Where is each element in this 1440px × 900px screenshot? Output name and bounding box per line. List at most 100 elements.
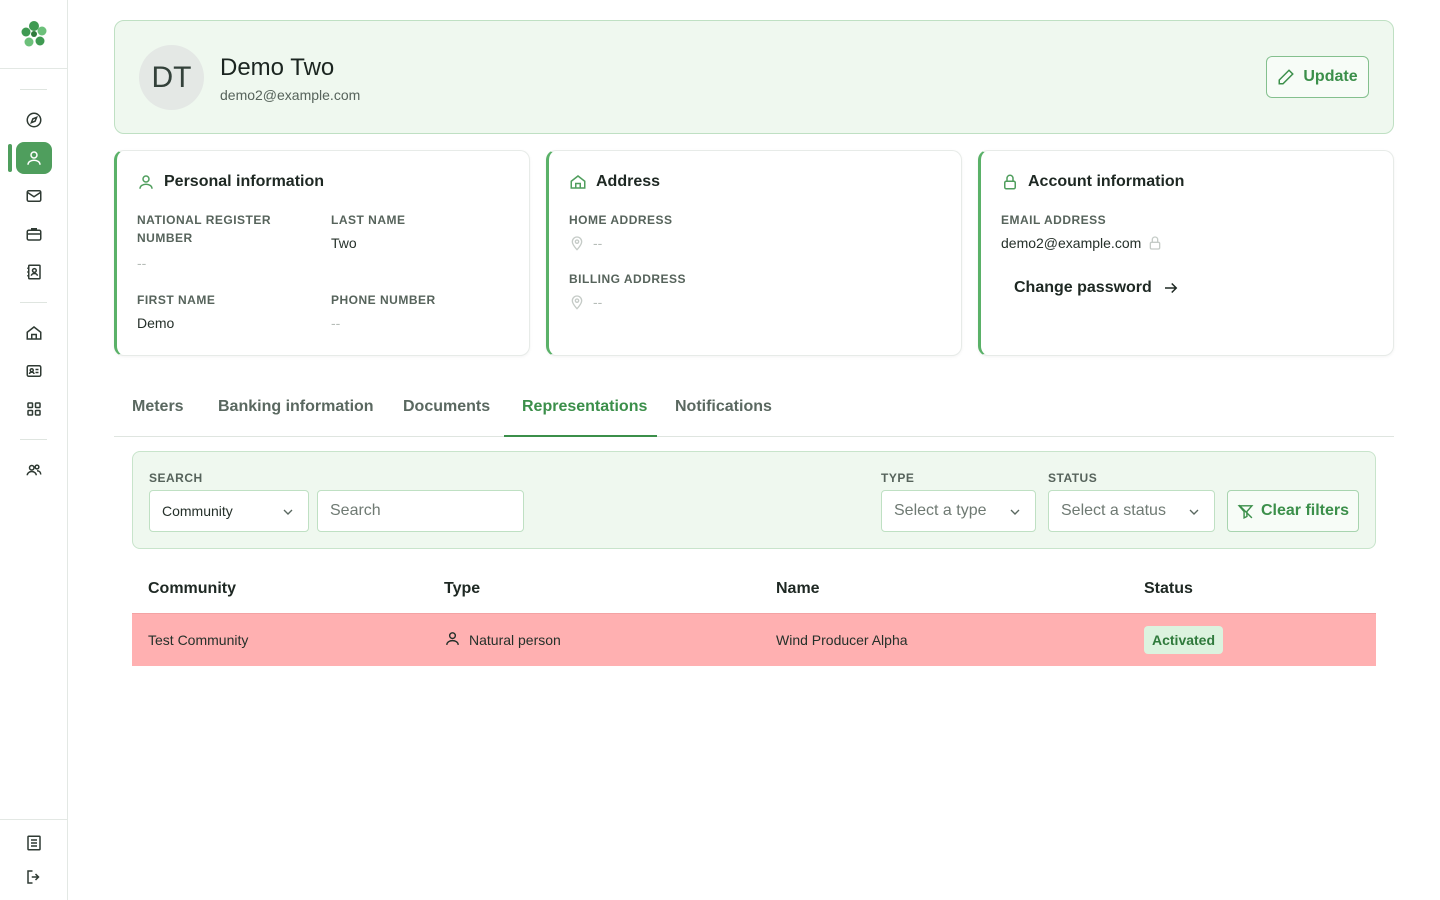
type-select[interactable]: Select a type <box>881 490 1036 532</box>
nav-team[interactable] <box>16 454 52 486</box>
status-select[interactable]: Select a status <box>1048 490 1215 532</box>
users-icon <box>26 464 42 476</box>
address-title: Address <box>596 173 661 190</box>
search-field-value: Community <box>162 503 233 519</box>
sidebar <box>0 0 68 900</box>
status-filter-label: STATUS <box>1048 471 1098 485</box>
search-filter-label: SEARCH <box>149 471 203 485</box>
tab-notifications[interactable]: Notifications <box>675 398 772 437</box>
filters-panel: SEARCH Community TYPE Select a type STAT… <box>132 451 1376 549</box>
search-input[interactable] <box>317 490 524 532</box>
tab-meters[interactable]: Meters <box>132 398 184 437</box>
address-card: Address Home address -- Billing address … <box>546 150 962 356</box>
cell-community: Test Community <box>148 632 249 648</box>
column-header-status[interactable]: Status <box>1144 580 1193 598</box>
representations-table: Community Type Name Status Test Communit… <box>132 566 1376 666</box>
cell-type-label: Natural person <box>469 632 561 648</box>
sidebar-divider <box>0 819 68 820</box>
billing-address-value: -- <box>593 294 603 310</box>
phone-number-label: Phone number <box>331 293 436 307</box>
avatar: DT <box>139 45 204 110</box>
user-icon <box>139 175 153 189</box>
phone-number-value: -- <box>331 315 341 331</box>
personal-information-title: Personal information <box>164 173 325 190</box>
last-name-label: Last name <box>331 213 406 227</box>
nav-users[interactable] <box>16 142 52 174</box>
logout-icon <box>27 870 40 884</box>
card-title: Address <box>569 173 660 191</box>
nav-active-indicator <box>8 144 12 172</box>
tab-banking-information[interactable]: Banking information <box>218 398 374 437</box>
table-row[interactable]: Test Community Natural person Wind Produ… <box>132 613 1376 666</box>
active-tab-indicator <box>504 435 657 437</box>
last-name-value: Two <box>331 235 357 251</box>
change-password-label: Change password <box>1014 279 1152 296</box>
profile-header: DT Demo Two demo2@example.com Update <box>114 20 1394 134</box>
home-address-value: -- <box>593 235 603 251</box>
sidebar-divider <box>20 302 47 303</box>
document-icon <box>27 835 41 851</box>
nav-communities[interactable] <box>16 317 52 349</box>
account-information-card: Account information Email address demo2@… <box>978 150 1394 356</box>
type-filter-label: TYPE <box>881 471 915 485</box>
clear-filters-label: Clear filters <box>1260 502 1350 519</box>
column-header-community[interactable]: Community <box>148 580 236 598</box>
email-address-label: Email address <box>1001 213 1107 227</box>
filter-clear-icon <box>1237 504 1254 519</box>
sidebar-divider <box>20 89 47 90</box>
home-address-label: Home address <box>569 213 673 227</box>
nav-modules[interactable] <box>16 393 52 425</box>
personal-information-card: Personal information National register n… <box>114 150 530 356</box>
chevron-down-icon <box>1010 509 1020 515</box>
app-logo[interactable] <box>18 18 50 50</box>
id-card-icon <box>26 365 42 377</box>
cell-name: Wind Producer Alpha <box>776 632 908 648</box>
table-header: Community Type Name Status <box>132 566 1376 613</box>
arrow-right-icon <box>1164 282 1178 294</box>
nav-logout[interactable] <box>16 861 52 893</box>
profile-email: demo2@example.com <box>220 87 361 103</box>
mail-icon <box>26 190 42 202</box>
nav-business[interactable] <box>16 218 52 250</box>
briefcase-icon <box>26 228 42 241</box>
clear-filters-button[interactable]: Clear filters <box>1227 490 1359 532</box>
first-name-label: First name <box>137 293 216 307</box>
tab-documents[interactable]: Documents <box>403 398 490 437</box>
status-select-placeholder: Select a status <box>1061 502 1166 519</box>
sidebar-divider <box>20 439 47 440</box>
update-button[interactable]: Update <box>1266 56 1369 98</box>
home-icon <box>26 326 42 340</box>
tab-bar: Meters Banking information Documents Rep… <box>114 388 1394 437</box>
change-password-link[interactable]: Change password <box>1014 279 1180 297</box>
tab-representations[interactable]: Representations <box>522 398 647 437</box>
email-address-value: demo2@example.com <box>1001 235 1142 251</box>
nav-documentation[interactable] <box>16 827 52 859</box>
home-icon <box>570 175 586 189</box>
lock-icon <box>1149 236 1161 250</box>
nav-members[interactable] <box>16 355 52 387</box>
column-header-name[interactable]: Name <box>776 580 820 598</box>
chevron-down-icon <box>283 509 293 515</box>
cell-type: Natural person <box>444 631 561 648</box>
user-icon <box>446 631 459 645</box>
grid-icon <box>27 402 41 416</box>
first-name-value: Demo <box>137 315 175 331</box>
nav-messages[interactable] <box>16 180 52 212</box>
user-icon <box>27 151 41 165</box>
search-field-select[interactable]: Community <box>149 490 309 532</box>
chevron-down-icon <box>1189 509 1199 515</box>
update-button-label: Update <box>1303 68 1358 85</box>
nav-contacts[interactable] <box>16 256 52 288</box>
column-header-type[interactable]: Type <box>444 580 480 598</box>
card-title: Account information <box>1001 173 1184 191</box>
profile-name: Demo Two <box>220 54 335 81</box>
lock-icon <box>1004 174 1016 190</box>
national-register-value: -- <box>137 255 147 271</box>
contact-book-icon <box>27 264 41 280</box>
status-badge: Activated <box>1144 626 1224 654</box>
type-select-placeholder: Select a type <box>894 502 987 519</box>
national-register-label: National register number <box>137 213 272 245</box>
account-information-title: Account information <box>1028 173 1185 190</box>
card-title: Personal information <box>137 173 324 191</box>
nav-explore[interactable] <box>16 104 52 136</box>
